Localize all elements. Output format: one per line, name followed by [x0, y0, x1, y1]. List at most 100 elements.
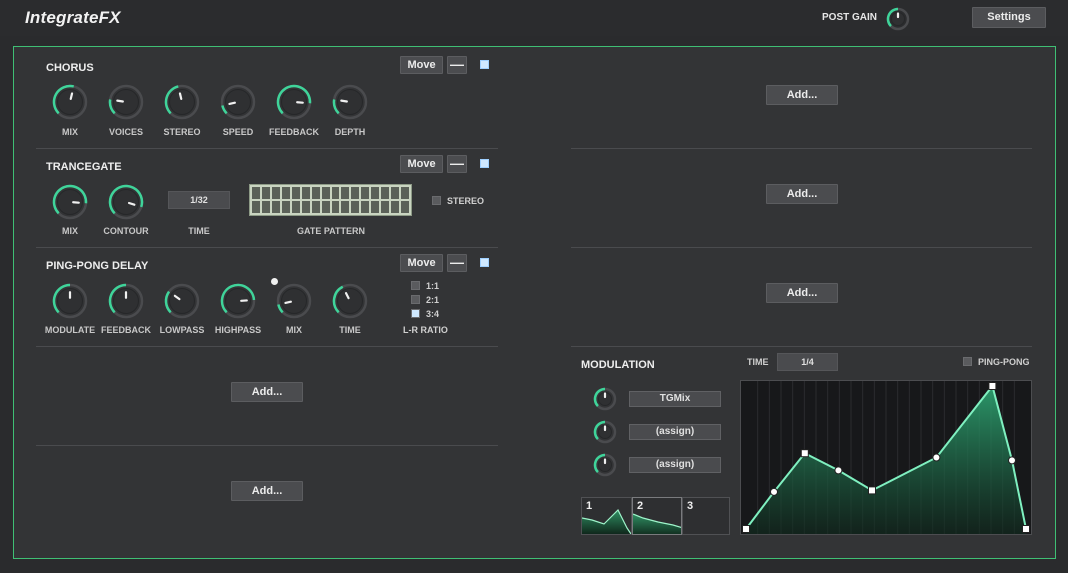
modulation-time-label: TIME	[747, 357, 769, 367]
gate-step[interactable]	[351, 187, 360, 199]
pingpong-highpass-knob[interactable]	[220, 283, 256, 319]
gate-step[interactable]	[252, 201, 260, 213]
gate-step[interactable]	[381, 201, 390, 213]
pingpong-lowpass-knob[interactable]	[164, 283, 200, 319]
trancegate-mix-knob[interactable]	[52, 184, 88, 220]
gate-step[interactable]	[291, 187, 300, 199]
gate-step[interactable]	[301, 187, 310, 199]
gate-step[interactable]	[321, 187, 330, 199]
chorus-remove-button[interactable]: —	[447, 56, 467, 74]
pingpong-feedback-knob[interactable]	[108, 283, 144, 319]
gate-step[interactable]	[381, 187, 390, 199]
mod-amount-knob[interactable]	[593, 453, 617, 477]
chorus-voices-knob[interactable]	[108, 84, 144, 120]
gate-step[interactable]	[321, 201, 330, 213]
ratio-option-checkbox[interactable]	[411, 281, 420, 290]
post-gain-knob[interactable]	[886, 7, 910, 31]
gate-step[interactable]	[371, 201, 380, 213]
ratio-option-checkbox[interactable]	[411, 295, 420, 304]
gate-step[interactable]	[351, 201, 360, 213]
pingpong-mix-knob[interactable]	[276, 283, 312, 319]
chorus-speed-knob[interactable]	[220, 84, 256, 120]
gate-step[interactable]	[271, 187, 280, 199]
modulation-pingpong-checkbox[interactable]	[963, 357, 972, 366]
chorus-stereo-knob[interactable]	[164, 84, 200, 120]
envelope-node[interactable]	[834, 466, 843, 475]
trancegate-time-field[interactable]: 1/32	[168, 191, 230, 209]
chorus-depth-knob[interactable]	[332, 84, 368, 120]
envelope-graph[interactable]	[741, 381, 1031, 534]
ratio-option-label: 3:4	[426, 309, 440, 319]
gate-step[interactable]	[301, 201, 310, 213]
trancegate-enable-toggle[interactable]	[480, 159, 489, 168]
add-effect-button[interactable]: Add...	[766, 184, 838, 204]
trancegate-remove-button[interactable]: —	[447, 155, 467, 173]
envelope-node[interactable]	[988, 382, 997, 390]
gate-step[interactable]	[391, 201, 400, 213]
pingpong-remove-button[interactable]: —	[447, 254, 467, 272]
envelope-node[interactable]	[1022, 525, 1030, 533]
gate-step[interactable]	[331, 187, 340, 199]
pingpong-modulate-knob[interactable]	[52, 283, 88, 319]
gate-step[interactable]	[361, 201, 370, 213]
modulation-time-field[interactable]: 1/4	[777, 353, 838, 371]
lfo-tab-number: 3	[687, 500, 694, 512]
chorus-mix-knob[interactable]	[52, 84, 88, 120]
gate-step[interactable]	[371, 187, 380, 199]
lfo-tab-2[interactable]: 2	[632, 497, 682, 535]
gate-step[interactable]	[261, 201, 270, 213]
add-effect-button[interactable]: Add...	[231, 382, 303, 402]
gate-step[interactable]	[281, 201, 290, 213]
trancegate-stereo-label: STEREO	[447, 196, 485, 206]
mod-amount-knob[interactable]	[593, 420, 617, 444]
gate-step[interactable]	[341, 201, 350, 213]
gate-step[interactable]	[391, 187, 400, 199]
envelope-node[interactable]	[770, 487, 778, 496]
trancegate-stereo-checkbox[interactable]	[432, 196, 441, 205]
gate-step[interactable]	[271, 201, 280, 213]
lfo-tab-number: 2	[637, 500, 644, 512]
gate-step[interactable]	[361, 187, 370, 199]
envelope-node[interactable]	[932, 453, 941, 462]
gate-pattern-grid[interactable]	[249, 184, 412, 216]
pingpong-time-knob[interactable]	[332, 283, 368, 319]
mod-target-field[interactable]: (assign)	[629, 424, 721, 440]
gate-step[interactable]	[281, 187, 290, 199]
envelope-node[interactable]	[868, 486, 876, 495]
lfo-tab-3[interactable]: 3	[682, 497, 730, 535]
lfo-envelope-editor[interactable]	[740, 380, 1032, 535]
chorus-enable-toggle[interactable]	[480, 60, 489, 69]
top-bar: IntegrateFX POST GAIN Settings	[0, 0, 1068, 36]
envelope-node[interactable]	[1008, 456, 1016, 465]
gate-step[interactable]	[311, 187, 320, 199]
pingpong-time-label: TIME	[339, 325, 361, 335]
gate-step[interactable]	[331, 201, 340, 213]
envelope-node[interactable]	[742, 525, 750, 533]
trancegate-contour-knob[interactable]	[108, 184, 144, 220]
envelope-node[interactable]	[800, 449, 809, 458]
trancegate-move-button[interactable]: Move	[400, 155, 443, 173]
gate-step[interactable]	[401, 201, 409, 213]
gate-step[interactable]	[291, 201, 300, 213]
add-effect-button[interactable]: Add...	[766, 85, 838, 105]
add-effect-button[interactable]: Add...	[231, 481, 303, 501]
divider	[36, 346, 498, 347]
mod-target-field[interactable]: TGMix	[629, 391, 721, 407]
lfo-tab-1[interactable]: 1	[581, 497, 632, 535]
gate-step[interactable]	[311, 201, 320, 213]
gate-step[interactable]	[341, 187, 350, 199]
chorus-feedback-knob[interactable]	[276, 84, 312, 120]
ratio-option-label: 1:1	[426, 281, 440, 291]
gate-step[interactable]	[261, 187, 270, 199]
chorus-move-button[interactable]: Move	[400, 56, 443, 74]
mod-amount-knob[interactable]	[593, 387, 617, 411]
gate-step[interactable]	[401, 187, 409, 199]
pingpong-move-button[interactable]: Move	[400, 254, 443, 272]
ratio-label: L-R RATIO	[403, 325, 448, 335]
ratio-option-checkbox[interactable]	[411, 309, 420, 318]
pingpong-enable-toggle[interactable]	[480, 258, 489, 267]
gate-step[interactable]	[252, 187, 260, 199]
add-effect-button[interactable]: Add...	[766, 283, 838, 303]
settings-button[interactable]: Settings	[972, 7, 1046, 28]
mod-target-field[interactable]: (assign)	[629, 457, 721, 473]
